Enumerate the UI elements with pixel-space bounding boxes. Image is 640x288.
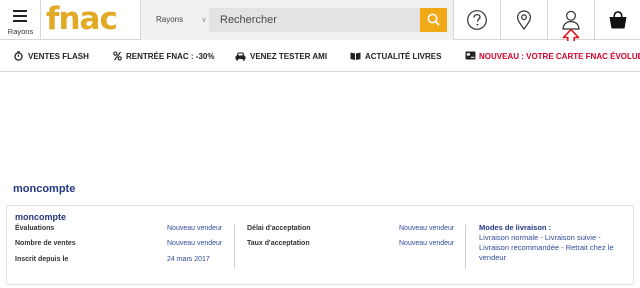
nav-item-ventes-flash[interactable]: VENTES FLASH [14, 41, 92, 72]
basket-button[interactable] [595, 0, 640, 40]
member-since-label: Inscrit depuis le [15, 256, 69, 263]
nav-item-carte-fnac[interactable]: NOUVEAU : VOTRE CARTE FNAC ÉVOLUE [465, 41, 640, 72]
sales-count-value: Nouveau vendeur [167, 240, 223, 247]
nav-item-venez-tester-ami[interactable]: VENEZ TESTER AMI [235, 41, 328, 72]
evaluations-value: Nouveau vendeur [167, 225, 223, 232]
help-button[interactable] [454, 0, 501, 40]
promo-nav-bar: VENTES FLASH RENTRÉE FNAC : -30% VENEZ T… [0, 41, 640, 72]
seller-name: moncompte [15, 212, 67, 222]
percent-icon [113, 51, 122, 61]
delivery-modes-title: Modes de livraison : [479, 223, 552, 232]
column-divider [234, 224, 235, 269]
fnac-logo[interactable]: fnac [41, 0, 141, 40]
menu-label: Rayons [7, 27, 34, 36]
nav-item-label: VENTES FLASH [28, 52, 89, 61]
hamburger-icon [13, 10, 27, 22]
search-input[interactable] [209, 8, 420, 32]
chevron-down-icon: ∨ [201, 15, 207, 24]
nav-item-label: ACTUALITÉ LIVRES [365, 52, 442, 61]
nav-item-actualite-livres[interactable]: ACTUALITÉ LIVRES [350, 41, 442, 72]
stopwatch-icon [14, 51, 23, 61]
top-header: Rayons fnac Rayons ∨ [0, 0, 640, 40]
nav-item-label: NOUVEAU : VOTRE CARTE FNAC ÉVOLUE [479, 52, 640, 61]
acceptance-delay-label: Délai d'acceptation [247, 225, 311, 232]
car-icon [235, 52, 246, 61]
acceptance-rate-label: Taux d'acceptation [247, 240, 310, 247]
page-title: moncompte [13, 183, 76, 195]
evaluations-label: Évaluations [15, 225, 55, 232]
logo-text: fnac [46, 1, 118, 37]
nav-item-rentree-fnac[interactable]: RENTRÉE FNAC : -30% [113, 41, 215, 72]
acceptance-delay-value: Nouveau vendeur [399, 225, 455, 232]
rayons-select-value: Rayons [156, 15, 184, 24]
open-book-icon [350, 52, 361, 60]
nav-item-label: RENTRÉE FNAC : -30% [126, 52, 215, 61]
help-icon [467, 10, 487, 30]
sales-count-label: Nombre de ventes [15, 240, 76, 247]
rayons-select[interactable]: Rayons ∨ [144, 8, 209, 32]
nav-item-label: VENEZ TESTER AMI [250, 52, 328, 61]
search-area: Rayons ∨ [141, 0, 454, 40]
menu-button[interactable]: Rayons [0, 0, 41, 40]
store-locator-button[interactable] [501, 0, 548, 40]
basket-icon [609, 11, 627, 29]
card-icon [465, 51, 476, 60]
search-button[interactable] [420, 8, 447, 32]
seller-profile-card: moncompte Évaluations Nouveau vendeur No… [6, 205, 634, 285]
member-since-value: 24 mars 2017 [167, 256, 210, 263]
column-divider [465, 224, 466, 269]
acceptance-rate-value: Nouveau vendeur [399, 240, 455, 247]
delivery-modes-list: Livraison normale - Livraison suivie - L… [479, 233, 614, 262]
search-icon [427, 13, 440, 26]
location-pin-icon [516, 10, 532, 31]
